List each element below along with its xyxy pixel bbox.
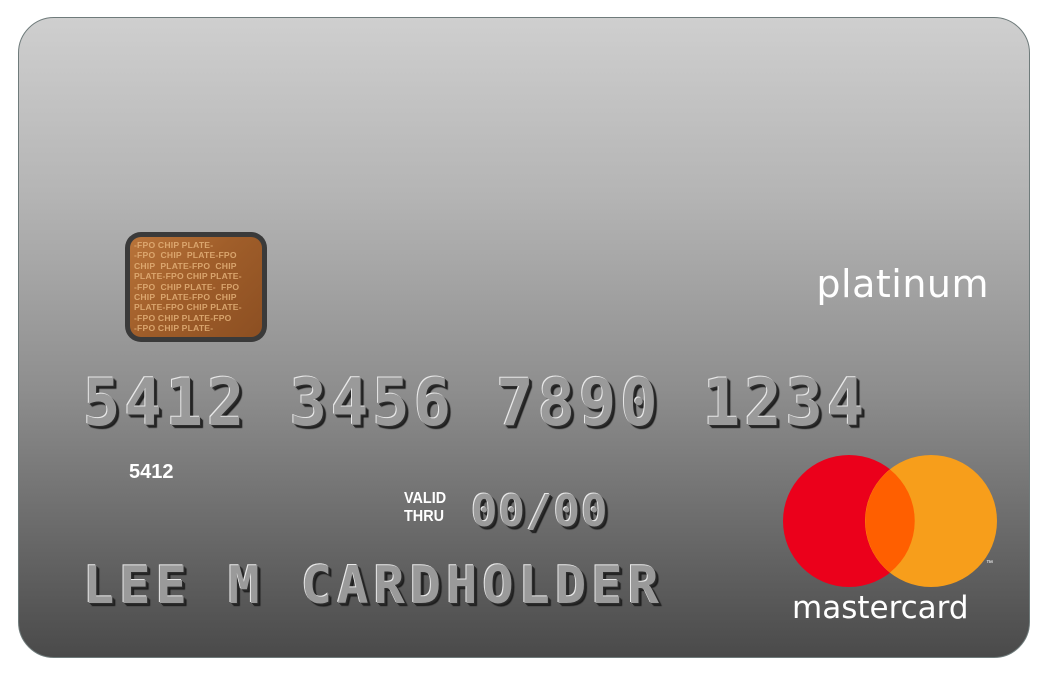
- cardholder-name: LEE M CARDHOLDER: [83, 556, 664, 616]
- chip-placeholder-text: -FPO CHIP PLATE- -FPO CHIP PLATE-FPO CHI…: [134, 240, 242, 334]
- card-bin-small: 5412: [129, 461, 174, 483]
- card-number: 5412 3456 7890 1234: [83, 364, 869, 441]
- valid-label-line1: VALID: [404, 490, 447, 507]
- expiry-date: 00/00: [471, 486, 609, 537]
- trademark-symbol: ™: [986, 560, 993, 567]
- valid-label-line2: THRU: [404, 508, 444, 525]
- emv-chip-icon: -FPO CHIP PLATE- -FPO CHIP PLATE-FPO CHI…: [125, 232, 267, 342]
- mastercard-wordmark: mastercard: [792, 590, 969, 626]
- valid-thru-label: VALID THRU: [404, 490, 446, 526]
- mastercard-logo-icon: ™: [783, 455, 997, 587]
- credit-card: -FPO CHIP PLATE- -FPO CHIP PLATE-FPO CHI…: [18, 17, 1030, 658]
- card-tier-label: platinum: [816, 262, 989, 306]
- chip-plate: -FPO CHIP PLATE- -FPO CHIP PLATE-FPO CHI…: [130, 237, 262, 337]
